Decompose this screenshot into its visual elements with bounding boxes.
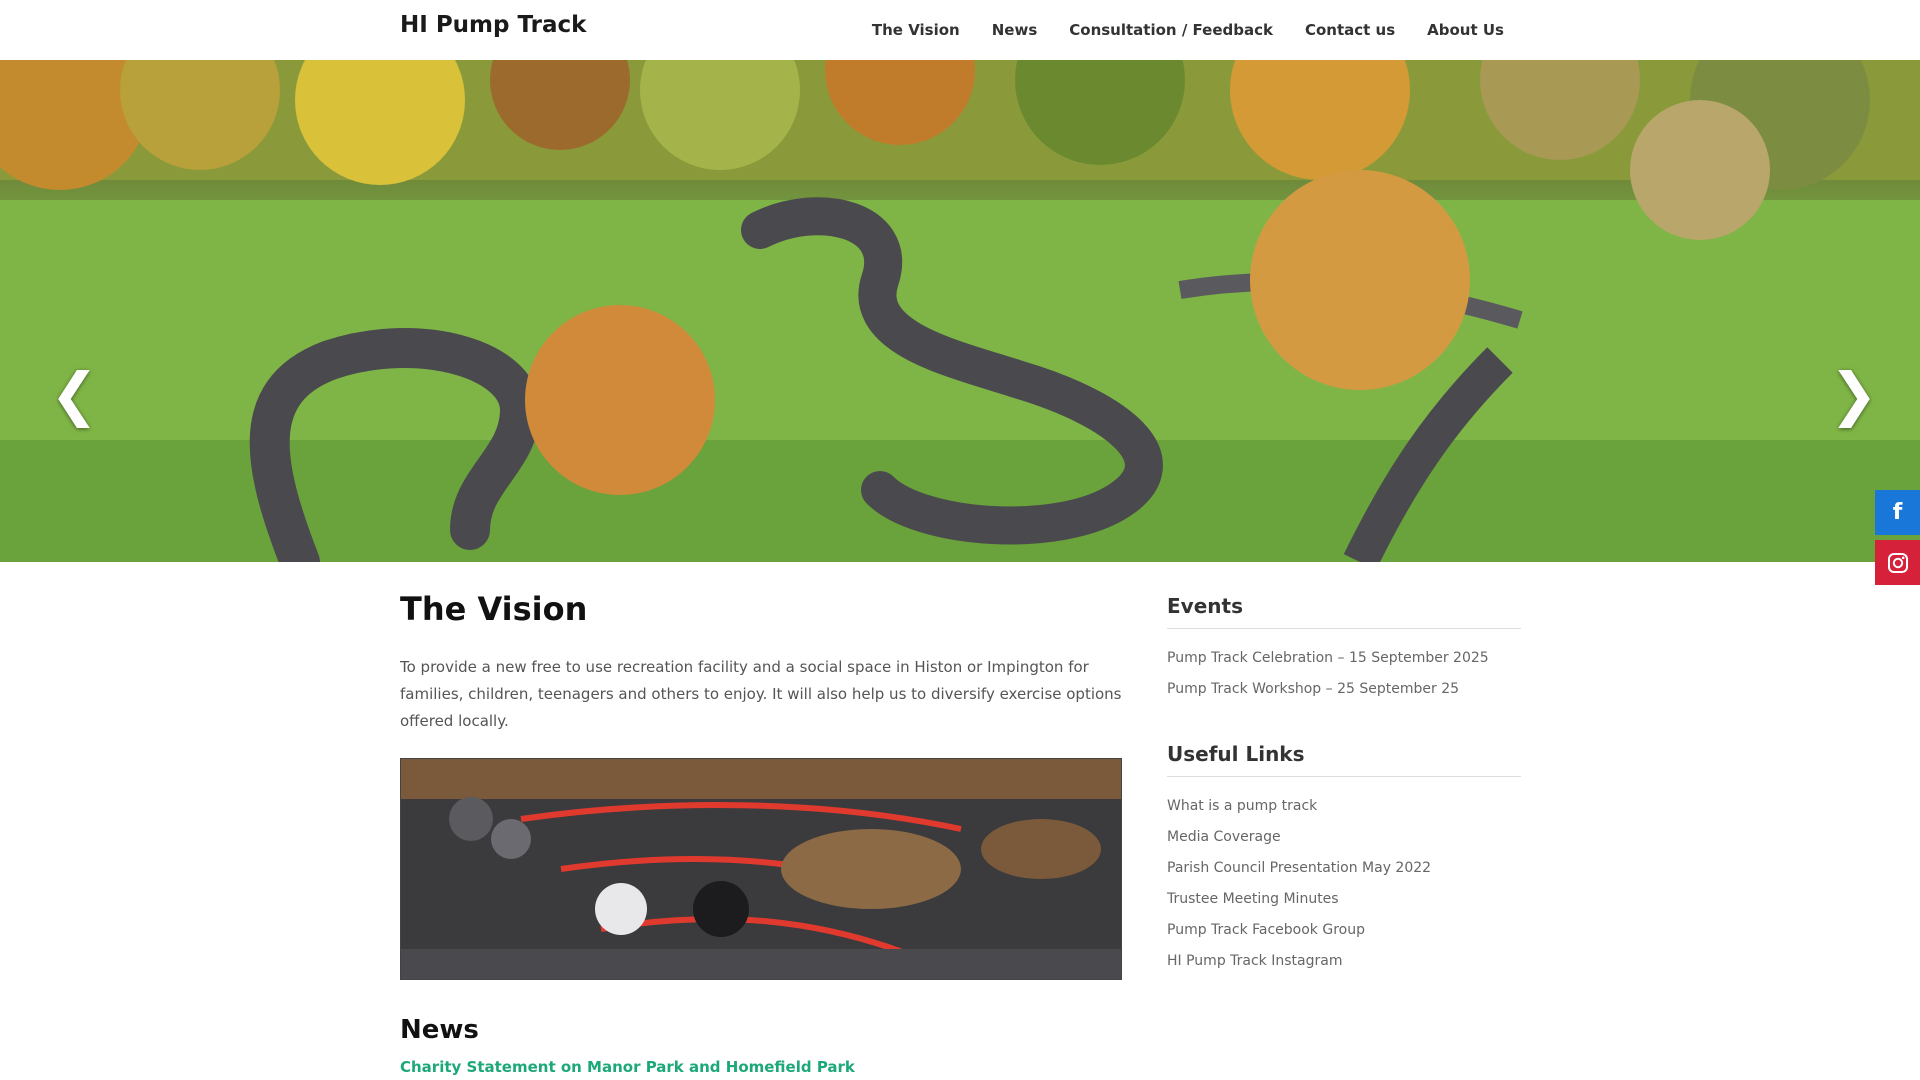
slider-next-arrow[interactable]: ❯ <box>1829 365 1878 423</box>
site-title[interactable]: HI Pump Track <box>400 12 586 38</box>
nav-about-us[interactable]: About Us <box>1427 21 1504 39</box>
useful-link-item[interactable]: Pump Track Facebook Group <box>1167 915 1521 946</box>
pump-track-photo <box>400 758 1122 980</box>
useful-link-item[interactable]: Trustee Meeting Minutes <box>1167 884 1521 915</box>
facebook-icon: f <box>1892 500 1903 525</box>
nav-the-vision[interactable]: The Vision <box>872 21 960 39</box>
instagram-icon <box>1887 552 1908 573</box>
events-title: Events <box>1167 594 1521 629</box>
slider-prev-arrow[interactable]: ❮ <box>50 365 99 423</box>
event-item[interactable]: Pump Track Celebration – 15 September 20… <box>1167 643 1521 674</box>
useful-links-list: What is a pump track Media Coverage Pari… <box>1167 791 1521 977</box>
sidebar: Events Pump Track Celebration – 15 Septe… <box>1167 594 1521 969</box>
useful-link-item[interactable]: What is a pump track <box>1167 791 1521 822</box>
nav-news[interactable]: News <box>992 21 1038 39</box>
nav-consultation-feedback[interactable]: Consultation / Feedback <box>1069 21 1273 39</box>
useful-links-title: Useful Links <box>1167 742 1521 777</box>
main-nav: The Vision News Consultation / Feedback … <box>872 0 1504 60</box>
news-article-link[interactable]: Charity Statement on Manor Park and Home… <box>400 1058 855 1076</box>
page-title: The Vision <box>400 590 588 628</box>
useful-link-item[interactable]: Parish Council Presentation May 2022 <box>1167 853 1521 884</box>
facebook-button[interactable]: f <box>1875 490 1920 535</box>
hero-slider: ❮ ❯ <box>0 60 1920 562</box>
events-widget: Events Pump Track Celebration – 15 Septe… <box>1167 594 1521 705</box>
event-item[interactable]: Pump Track Workshop – 25 September 25 <box>1167 674 1521 705</box>
events-list: Pump Track Celebration – 15 September 20… <box>1167 643 1521 705</box>
vision-intro: To provide a new free to use recreation … <box>400 658 1122 730</box>
useful-links-widget: Useful Links What is a pump track Media … <box>1167 742 1521 977</box>
main-content: The Vision To provide a new free to use … <box>400 590 1122 1076</box>
nav-contact-us[interactable]: Contact us <box>1305 21 1395 39</box>
hero-image <box>0 60 1920 562</box>
useful-link-item[interactable]: Media Coverage <box>1167 822 1521 853</box>
useful-link-item[interactable]: HI Pump Track Instagram <box>1167 946 1521 977</box>
site-header: HI Pump Track The Vision News Consultati… <box>0 0 1920 60</box>
news-heading: News <box>400 1015 479 1045</box>
instagram-button[interactable] <box>1875 540 1920 585</box>
